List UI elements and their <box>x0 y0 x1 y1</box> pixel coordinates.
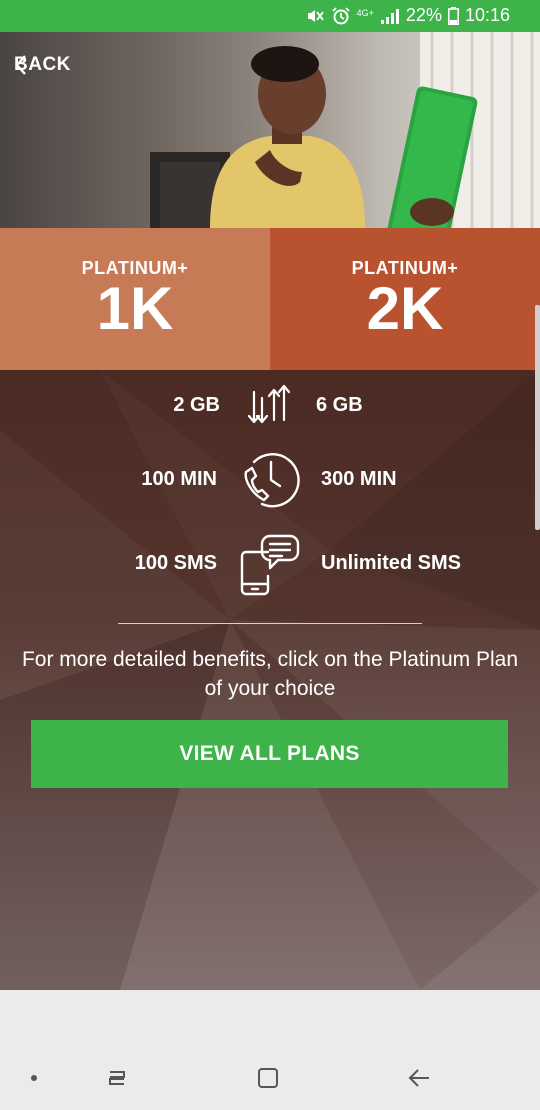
benefit-row-data: 2 GB 6 GB <box>0 384 540 430</box>
divider <box>118 623 422 624</box>
plan-size: 1K <box>96 274 174 342</box>
clock-time: 10:16 <box>464 5 510 25</box>
phone-message-icon <box>240 534 300 596</box>
benefit-left-value: 100 MIN <box>141 468 217 490</box>
battery-percent: 22% <box>405 5 442 25</box>
benefit-left-value: 2 GB <box>173 394 220 416</box>
alarm-icon <box>332 6 350 24</box>
hero-image: BACK <box>0 32 540 228</box>
view-all-plans-button[interactable]: VIEW ALL PLANS <box>31 720 508 788</box>
hero-illustration <box>150 32 540 228</box>
recent-apps-icon[interactable] <box>104 1066 130 1090</box>
benefit-row-minutes: 100 MIN 300 MIN <box>0 453 540 508</box>
benefit-left-value: 100 SMS <box>134 552 217 574</box>
battery-icon <box>447 6 459 25</box>
plan-tabs: PLATINUM+ 1K PLATINUM+ 2K <box>0 228 540 370</box>
mute-icon <box>307 9 324 22</box>
back-button[interactable]: BACK <box>14 54 71 76</box>
benefit-right-value: 300 MIN <box>321 468 397 490</box>
status-icons: 4G+ 22% 10:16 <box>305 5 510 26</box>
chevron-left-icon <box>15 55 26 75</box>
benefit-right-value: Unlimited SMS <box>321 552 462 574</box>
info-text: For more detailed benefits, click on the… <box>21 648 519 700</box>
network-type: 4G+ <box>356 8 374 18</box>
benefit-right-value: 6 GB <box>316 394 363 416</box>
back-nav-icon[interactable] <box>407 1066 433 1090</box>
plan-size: 2K <box>366 274 444 342</box>
clock-phone-icon <box>244 453 300 508</box>
benefits-panel: 2 GB 6 GB 100 MIN 300 MIN 100 SMS Unlimi… <box>0 370 540 990</box>
benefit-row-sms: 100 SMS Unlimited SMS <box>0 534 540 596</box>
navigation-bar <box>0 990 540 1110</box>
scroll-indicator[interactable] <box>535 305 540 530</box>
signal-icon <box>380 8 399 24</box>
data-transfer-icon <box>248 384 291 424</box>
plan-tab-1k[interactable]: PLATINUM+ 1K <box>0 228 270 370</box>
status-bar: 4G+ 22% 10:16 <box>0 0 540 32</box>
plan-tab-2k[interactable]: PLATINUM+ 2K <box>270 228 540 370</box>
home-icon[interactable] <box>256 1066 280 1090</box>
dot-indicator-icon <box>31 1075 37 1081</box>
